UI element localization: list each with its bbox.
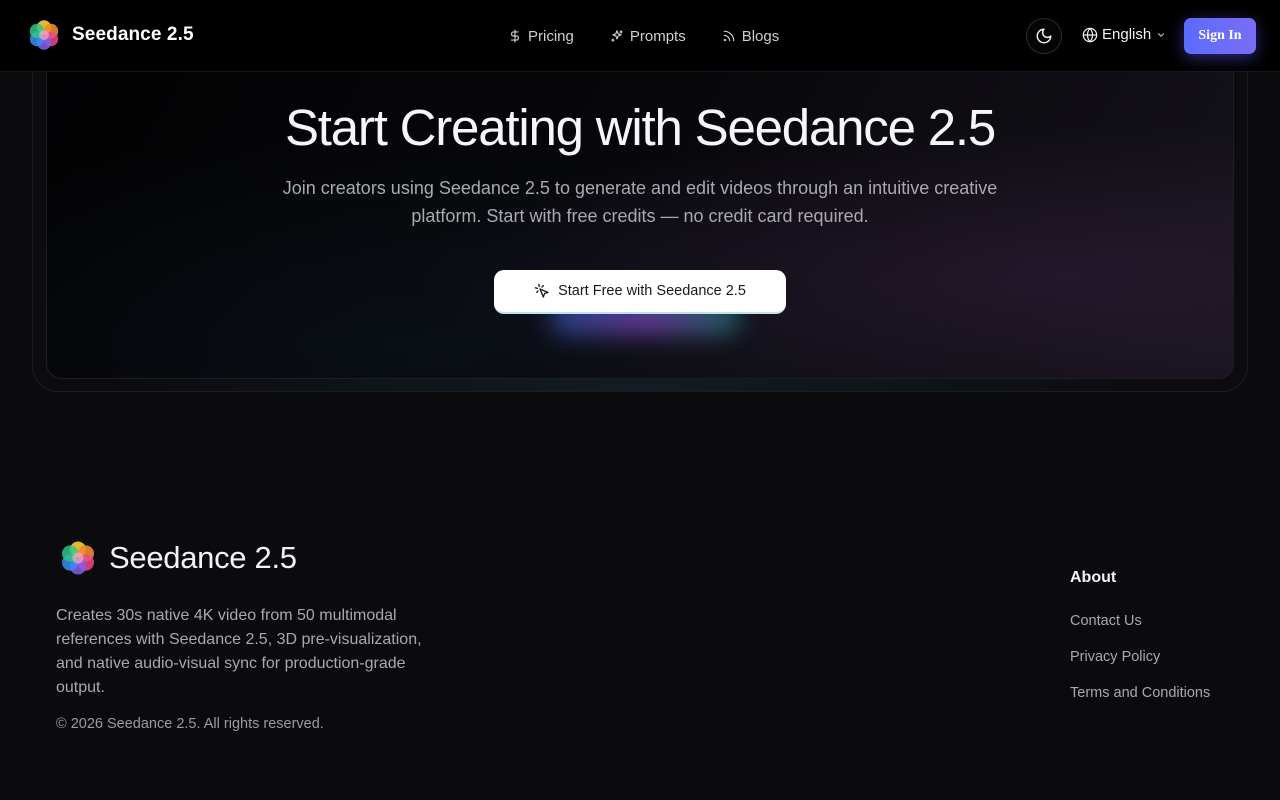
main-menu: Pricing Prompts Blogs <box>508 0 779 72</box>
chevron-down-icon <box>1158 32 1165 37</box>
rss-icon <box>723 30 734 42</box>
moon-icon <box>1036 28 1052 44</box>
footer-about-heading: About <box>1070 569 1117 586</box>
top-nav: Seedance 2.5 Pricing Prompts Blogs Engli… <box>0 0 1280 72</box>
sign-in-button[interactable]: Sign In <box>1184 18 1256 54</box>
globe-icon <box>1082 27 1098 42</box>
language-label: English <box>1102 26 1152 43</box>
start-free-button-label: Start Free with Seedance 2.5 <box>558 283 746 299</box>
theme-toggle-button[interactable] <box>1026 18 1062 54</box>
footer-brand[interactable]: Seedance 2.5 <box>60 540 297 576</box>
footer-brand-name: Seedance 2.5 <box>109 540 297 575</box>
footer-link-terms-and-conditions[interactable]: Terms and Conditions <box>1070 685 1210 721</box>
brand-home-link[interactable]: Seedance 2.5 <box>28 19 194 51</box>
nav-item-prompts[interactable]: Prompts <box>610 28 686 45</box>
footer-about-column: About Contact Us Privacy Policy Terms an… <box>1070 569 1210 721</box>
seedance-logo-icon <box>60 540 96 576</box>
seedance-logo-icon <box>28 19 60 51</box>
start-free-button[interactable]: Start Free with Seedance 2.5 <box>494 270 786 314</box>
nav-item-label: Blogs <box>741 27 780 45</box>
cta-subtitle: Join creators using Seedance 2.5 to gene… <box>282 178 998 226</box>
nav-item-pricing[interactable]: Pricing <box>508 28 574 45</box>
brand-name: Seedance 2.5 <box>72 24 194 45</box>
nav-item-label: Prompts <box>629 27 686 45</box>
language-selector[interactable]: English <box>1082 26 1166 43</box>
footer-description: Creates 30s native 4K video from 50 mult… <box>56 607 422 696</box>
dollar-icon <box>510 29 520 43</box>
cta-title: Start Creating with Seedance 2.5 <box>284 99 996 156</box>
footer-link-contact-us[interactable]: Contact Us <box>1070 613 1210 649</box>
nav-item-label: Pricing <box>528 27 574 45</box>
cursor-click-icon <box>534 283 549 298</box>
footer-copyright: © 2026 Seedance 2.5. All rights reserved… <box>56 716 324 732</box>
footer-link-privacy-policy[interactable]: Privacy Policy <box>1070 649 1210 685</box>
sparkles-icon <box>611 30 623 42</box>
nav-item-blogs[interactable]: Blogs <box>722 27 780 45</box>
